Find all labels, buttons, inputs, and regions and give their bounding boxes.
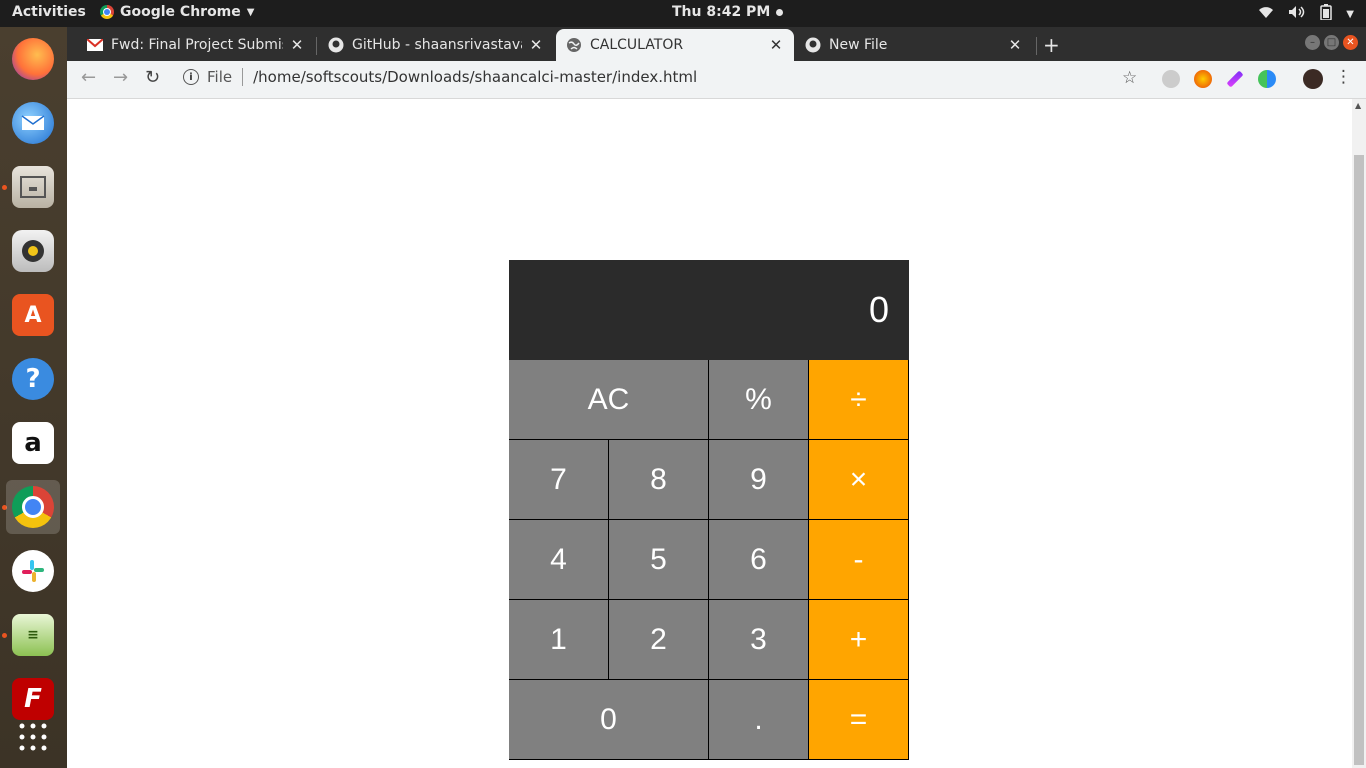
dock-item-text-editor[interactable]: ≡ [6, 608, 60, 662]
close-tab-icon[interactable]: ✕ [1007, 36, 1023, 54]
key-plus[interactable]: + [809, 600, 909, 680]
dock-item-slack[interactable] [6, 544, 60, 598]
info-icon[interactable]: i [183, 69, 199, 85]
close-tab-icon[interactable]: ✕ [768, 36, 784, 54]
rhythmbox-icon [12, 230, 54, 272]
clock[interactable]: Thu 8:42 PM [672, 4, 784, 20]
tab-github[interactable]: GitHub - shaansrivastava/ ✕ [318, 29, 554, 61]
amazon-icon: a [12, 422, 54, 464]
menu-icon[interactable]: ⋮ [1335, 67, 1352, 87]
url-scheme: File [207, 68, 233, 86]
gmail-icon [87, 37, 103, 53]
chrome-icon [12, 486, 54, 528]
tab-gmail[interactable]: Fwd: Final Project Submis ✕ [77, 29, 315, 61]
extension-pen-icon[interactable] [1226, 70, 1244, 88]
dock-item-files[interactable] [6, 160, 60, 214]
files-icon [12, 166, 54, 208]
app-menu[interactable]: Google Chrome ▼ [100, 4, 254, 20]
tab-calculator[interactable]: CALCULATOR ✕ [556, 29, 794, 61]
calculator-display: 0 [509, 260, 909, 360]
back-icon[interactable]: ← [81, 67, 96, 88]
address-bar[interactable]: i File /home/softscouts/Downloads/shaanc… [183, 68, 697, 86]
activities-button[interactable]: Activities [12, 4, 86, 20]
key-equals[interactable]: = [809, 680, 909, 760]
key-divide[interactable]: ÷ [809, 360, 909, 440]
key-0[interactable]: 0 [509, 680, 709, 760]
globe-icon [566, 37, 582, 53]
software-center-icon: A [12, 294, 54, 336]
key-9[interactable]: 9 [709, 440, 809, 520]
extension-icon[interactable] [1162, 70, 1180, 88]
key-ac[interactable]: AC [509, 360, 709, 440]
chevron-down-icon: ▼ [246, 6, 255, 18]
chevron-down-icon: ▼ [1346, 8, 1354, 20]
close-window-icon[interactable]: ✕ [1343, 35, 1358, 50]
scroll-up-icon[interactable]: ▲ [1355, 101, 1361, 110]
dock-item-software[interactable]: A [6, 288, 60, 342]
firefox-icon [12, 38, 54, 80]
dock-item-firefox[interactable] [6, 32, 60, 86]
thunderbird-icon [12, 102, 54, 144]
github-icon [805, 37, 821, 53]
scrollbar-thumb[interactable] [1354, 155, 1364, 765]
dock-item-show-apps[interactable] [6, 710, 60, 764]
key-minus[interactable]: - [809, 520, 909, 600]
key-7[interactable]: 7 [509, 440, 609, 520]
show-apps-icon [12, 716, 54, 758]
key-5[interactable]: 5 [609, 520, 709, 600]
wifi-icon [1258, 5, 1274, 23]
system-top-bar: Activities Google Chrome ▼ Thu 8:42 PM ▼ [0, 0, 1366, 27]
dock-item-thunderbird[interactable] [6, 96, 60, 150]
extension-globe-icon[interactable] [1258, 70, 1276, 88]
battery-icon [1320, 4, 1333, 24]
key-decimal[interactable]: . [709, 680, 809, 760]
github-icon [328, 37, 344, 53]
dock-item-chrome[interactable] [6, 480, 60, 534]
clock-label: Thu 8:42 PM [672, 4, 771, 20]
tab-strip: Fwd: Final Project Submis ✕ GitHub - sha… [67, 27, 1366, 61]
tab-title: GitHub - shaansrivastava/ [352, 37, 522, 53]
key-percent[interactable]: % [709, 360, 809, 440]
chrome-icon [100, 5, 114, 19]
window-controls: – □ ✕ [1305, 35, 1358, 50]
system-tray[interactable]: ▼ [1258, 4, 1354, 24]
new-tab-button[interactable]: + [1043, 33, 1060, 57]
close-tab-icon[interactable]: ✕ [289, 36, 305, 54]
minimize-icon[interactable]: – [1305, 35, 1320, 50]
volume-icon [1288, 5, 1306, 23]
extension-fire-icon[interactable] [1194, 70, 1212, 88]
key-1[interactable]: 1 [509, 600, 609, 680]
tab-title: CALCULATOR [590, 37, 684, 53]
key-multiply[interactable]: × [809, 440, 909, 520]
key-6[interactable]: 6 [709, 520, 809, 600]
notification-dot-icon [776, 8, 784, 16]
scrollbar[interactable]: ▲ [1352, 99, 1366, 768]
tab-new-file[interactable]: New File ✕ [795, 29, 1033, 61]
dock-item-rhythmbox[interactable] [6, 224, 60, 278]
tab-title: Fwd: Final Project Submis [111, 37, 283, 53]
key-4[interactable]: 4 [509, 520, 609, 600]
dock-item-help[interactable]: ? [6, 352, 60, 406]
close-tab-icon[interactable]: ✕ [528, 36, 544, 54]
browser-toolbar: ← → ↻ i File /home/softscouts/Downloads/… [67, 61, 1366, 99]
calculator: 0 AC % ÷ 7 8 9 × 4 5 6 - 1 2 3 + 0 . = [509, 260, 909, 760]
key-2[interactable]: 2 [609, 600, 709, 680]
tab-title: New File [829, 37, 888, 53]
app-menu-label: Google Chrome [120, 4, 241, 20]
dock-item-amazon[interactable]: a [6, 416, 60, 470]
forward-icon[interactable]: → [113, 67, 128, 88]
maximize-icon[interactable]: □ [1324, 35, 1339, 50]
key-8[interactable]: 8 [609, 440, 709, 520]
url-text: /home/softscouts/Downloads/shaancalci-ma… [253, 68, 698, 86]
text-editor-icon: ≡ [12, 614, 54, 656]
avatar[interactable] [1303, 69, 1323, 89]
slack-icon [12, 550, 54, 592]
help-icon: ? [12, 358, 54, 400]
bookmark-star-icon[interactable]: ☆ [1122, 68, 1137, 88]
key-3[interactable]: 3 [709, 600, 809, 680]
dock: A ? a ≡ F [0, 27, 67, 768]
reload-icon[interactable]: ↻ [145, 67, 160, 88]
